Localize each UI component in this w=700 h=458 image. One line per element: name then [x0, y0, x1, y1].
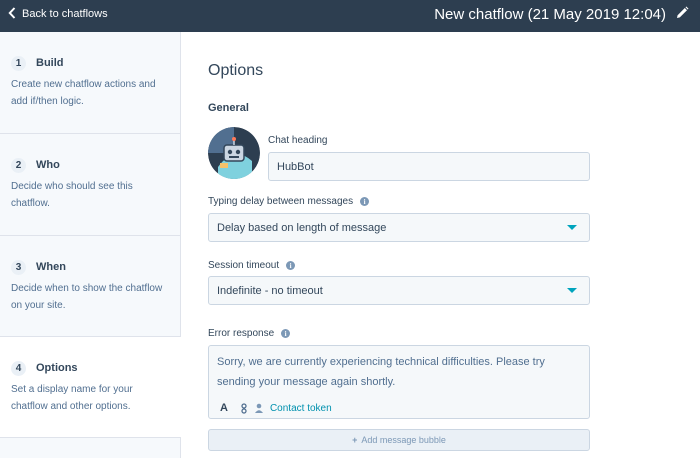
caret-down-icon	[567, 225, 577, 230]
caret-down-icon	[567, 288, 577, 293]
session-timeout-label-text: Session timeout	[208, 260, 280, 271]
step-number: 1	[11, 55, 26, 71]
chat-heading-label: Chat heading	[268, 135, 328, 146]
plus-icon: +	[352, 435, 358, 445]
session-timeout-label: Session timeout i	[208, 260, 296, 271]
steps-sidebar: 1 Build Create new chatflow actions and …	[0, 32, 181, 458]
info-icon[interactable]: i	[360, 197, 370, 206]
step-number: 4	[11, 360, 26, 376]
typing-delay-label: Typing delay between messages i	[208, 196, 370, 207]
bold-icon[interactable]: A	[220, 402, 228, 414]
text-toolbar: A Contact token	[220, 401, 332, 415]
add-message-bubble-button[interactable]: + Add message bubble	[208, 429, 590, 451]
step-title: Options	[36, 362, 78, 374]
page-title: Options	[208, 62, 264, 79]
step-options[interactable]: 4 Options Set a display name for your ch…	[0, 337, 181, 438]
step-description: Set a display name for your chatflow and…	[11, 384, 133, 412]
contact-token-link[interactable]: Contact token	[270, 403, 332, 414]
add-message-bubble-label: Add message bubble	[361, 435, 446, 445]
info-icon[interactable]: i	[286, 261, 296, 270]
session-timeout-value: Indefinite - no timeout	[217, 284, 323, 297]
step-number: 2	[11, 157, 26, 173]
chatflow-title: New chatflow (21 May 2019 12:04)	[434, 5, 666, 23]
typing-delay-label-text: Typing delay between messages	[208, 196, 354, 207]
step-title: When	[36, 261, 66, 273]
step-title: Build	[36, 57, 64, 69]
options-panel: Options General Chat heading HubBot Typi…	[181, 32, 700, 458]
info-icon[interactable]: i	[281, 329, 291, 338]
personalize-icon[interactable]	[240, 402, 248, 414]
error-response-label: Error response i	[208, 328, 291, 339]
back-link-label: Back to chatflows	[22, 8, 108, 20]
step-when[interactable]: 3 When Decide when to show the chatflow …	[0, 236, 181, 337]
pencil-icon[interactable]	[674, 5, 690, 21]
step-title: Who	[36, 159, 60, 171]
back-to-chatflows-link[interactable]: Back to chatflows	[8, 0, 108, 28]
step-description: Decide who should see this chatflow.	[11, 181, 133, 209]
chat-heading-input[interactable]: HubBot	[268, 152, 590, 181]
step-description: Decide when to show the chatflow on your…	[11, 283, 163, 311]
error-response-label-text: Error response	[208, 328, 275, 339]
chevron-left-icon	[8, 7, 16, 21]
section-title: General	[208, 102, 249, 114]
error-response-textarea[interactable]: Sorry, we are currently experiencing tec…	[208, 345, 590, 419]
step-build[interactable]: 1 Build Create new chatflow actions and …	[0, 32, 181, 134]
contact-icon	[254, 403, 264, 413]
step-number: 3	[11, 259, 26, 275]
bot-avatar[interactable]	[208, 127, 260, 179]
step-who[interactable]: 2 Who Decide who should see this chatflo…	[0, 134, 181, 236]
typing-delay-select[interactable]: Delay based on length of message	[208, 213, 590, 242]
step-description: Create new chatflow actions and add if/t…	[11, 79, 156, 107]
top-bar: Back to chatflows New chatflow (21 May 2…	[0, 0, 700, 32]
session-timeout-select[interactable]: Indefinite - no timeout	[208, 276, 590, 305]
error-response-text: Sorry, we are currently experiencing tec…	[217, 356, 545, 388]
typing-delay-value: Delay based on length of message	[217, 221, 387, 234]
